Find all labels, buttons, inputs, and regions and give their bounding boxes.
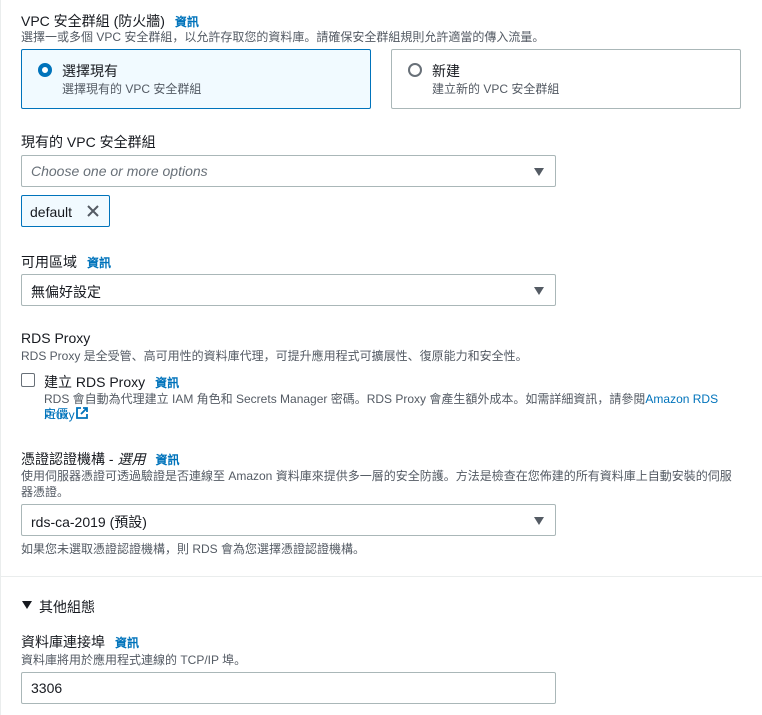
sg-token: default bbox=[21, 195, 110, 227]
tile-create-new-desc: 建立新的 VPC 安全群組 bbox=[432, 82, 560, 96]
radio-choose-existing[interactable] bbox=[38, 63, 52, 77]
az-select[interactable]: 無偏好設定 bbox=[21, 274, 556, 306]
port-heading: 資料庫連接埠 資訊 bbox=[21, 632, 139, 652]
tile-choose-existing-title: 選擇現有 bbox=[62, 63, 118, 79]
rds-proxy-title: RDS Proxy bbox=[21, 330, 91, 346]
port-description: 資料庫將用於應用程式連線的 TCP/IP 埠。 bbox=[21, 653, 247, 667]
port-label: 資料庫連接埠 bbox=[21, 634, 105, 650]
vpc-sg-info-link[interactable]: 資訊 bbox=[175, 15, 199, 29]
az-heading: 可用區域 資訊 bbox=[21, 252, 111, 272]
vpc-sg-title: VPC 安全群組 (防火牆) bbox=[21, 13, 165, 29]
additional-config-label: 其他組態 bbox=[39, 599, 95, 615]
rds-proxy-info-link[interactable]: 資訊 bbox=[155, 376, 179, 390]
port-value: 3306 bbox=[31, 680, 63, 696]
close-icon[interactable] bbox=[86, 204, 100, 218]
cert-value: rds-ca-2019 (預設) bbox=[31, 514, 147, 530]
vpc-sg-heading: VPC 安全群組 (防火牆) 資訊 bbox=[21, 11, 199, 31]
rds-proxy-note-line2: 定價 bbox=[44, 406, 89, 422]
caret-down-filled-icon bbox=[22, 601, 32, 609]
tile-create-new-title: 新建 bbox=[432, 63, 460, 79]
cert-description: 使用伺服器憑證可透過驗證是否連線至 Amazon 資料庫來提供多一層的安全防護。… bbox=[21, 468, 761, 500]
panel-left-border bbox=[0, 0, 1, 715]
create-rds-proxy-label[interactable]: 建立 RDS Proxy bbox=[44, 374, 145, 390]
tile-create-new[interactable]: 新建 建立新的 VPC 安全群組 bbox=[391, 49, 741, 109]
rds-proxy-note: RDS 會自動為代理建立 IAM 角色和 Secrets Manager 密碼。… bbox=[44, 391, 744, 423]
caret-down-icon bbox=[534, 517, 544, 525]
port-info-link[interactable]: 資訊 bbox=[115, 636, 139, 650]
cert-select[interactable]: rds-ca-2019 (預設) bbox=[21, 504, 556, 536]
tile-choose-existing[interactable]: 選擇現有 選擇現有的 VPC 安全群組 bbox=[21, 49, 371, 109]
caret-down-icon bbox=[534, 168, 544, 176]
cert-heading: 憑證認證機構 - 選用 資訊 bbox=[21, 449, 179, 469]
existing-sg-select[interactable]: Choose one or more options bbox=[21, 155, 556, 187]
vpc-sg-description: 選擇一或多個 VPC 安全群組，以允許存取您的資料庫。請確保安全群組規則允許適當… bbox=[21, 30, 545, 44]
cert-info-link[interactable]: 資訊 bbox=[155, 453, 179, 467]
cert-label: 憑證認證機構 - bbox=[21, 451, 118, 467]
az-label: 可用區域 bbox=[21, 254, 77, 270]
cert-description-line2: 器憑證。 bbox=[21, 485, 70, 499]
sg-token-label: default bbox=[30, 204, 73, 220]
caret-down-icon bbox=[534, 287, 544, 295]
radio-create-new[interactable] bbox=[408, 63, 422, 77]
tile-choose-existing-desc: 選擇現有的 VPC 安全群組 bbox=[62, 82, 202, 96]
section-divider bbox=[0, 576, 762, 577]
rds-proxy-description: RDS Proxy 是全受管、高可用性的資料庫代理，可提升應用程式可擴展性、復原… bbox=[21, 349, 528, 363]
external-link-icon[interactable] bbox=[75, 406, 89, 420]
az-info-link[interactable]: 資訊 bbox=[87, 256, 111, 270]
cert-description-line1: 使用伺服器憑證可透過驗證是否連線至 Amazon 資料庫來提供多一層的安全防護。… bbox=[21, 469, 732, 483]
rds-proxy-note-text: RDS 會自動為代理建立 IAM 角色和 Secrets Manager 密碼。… bbox=[44, 392, 646, 406]
existing-sg-placeholder: Choose one or more options bbox=[31, 163, 208, 179]
az-value: 無偏好設定 bbox=[31, 284, 101, 300]
cert-hint: 如果您未選取憑證認證機構，則 RDS 會為您選擇憑證認證機構。 bbox=[21, 542, 366, 556]
port-input[interactable]: 3306 bbox=[21, 672, 556, 704]
cert-label-optional: 選用 bbox=[117, 451, 146, 467]
create-rds-proxy-checkbox[interactable] bbox=[21, 373, 35, 387]
rds-proxy-pricing-link-cont[interactable]: 定價 bbox=[44, 407, 68, 421]
create-rds-proxy-row: 建立 RDS Proxy 資訊 bbox=[44, 372, 179, 392]
existing-sg-label: 現有的 VPC 安全群組 bbox=[21, 134, 156, 150]
